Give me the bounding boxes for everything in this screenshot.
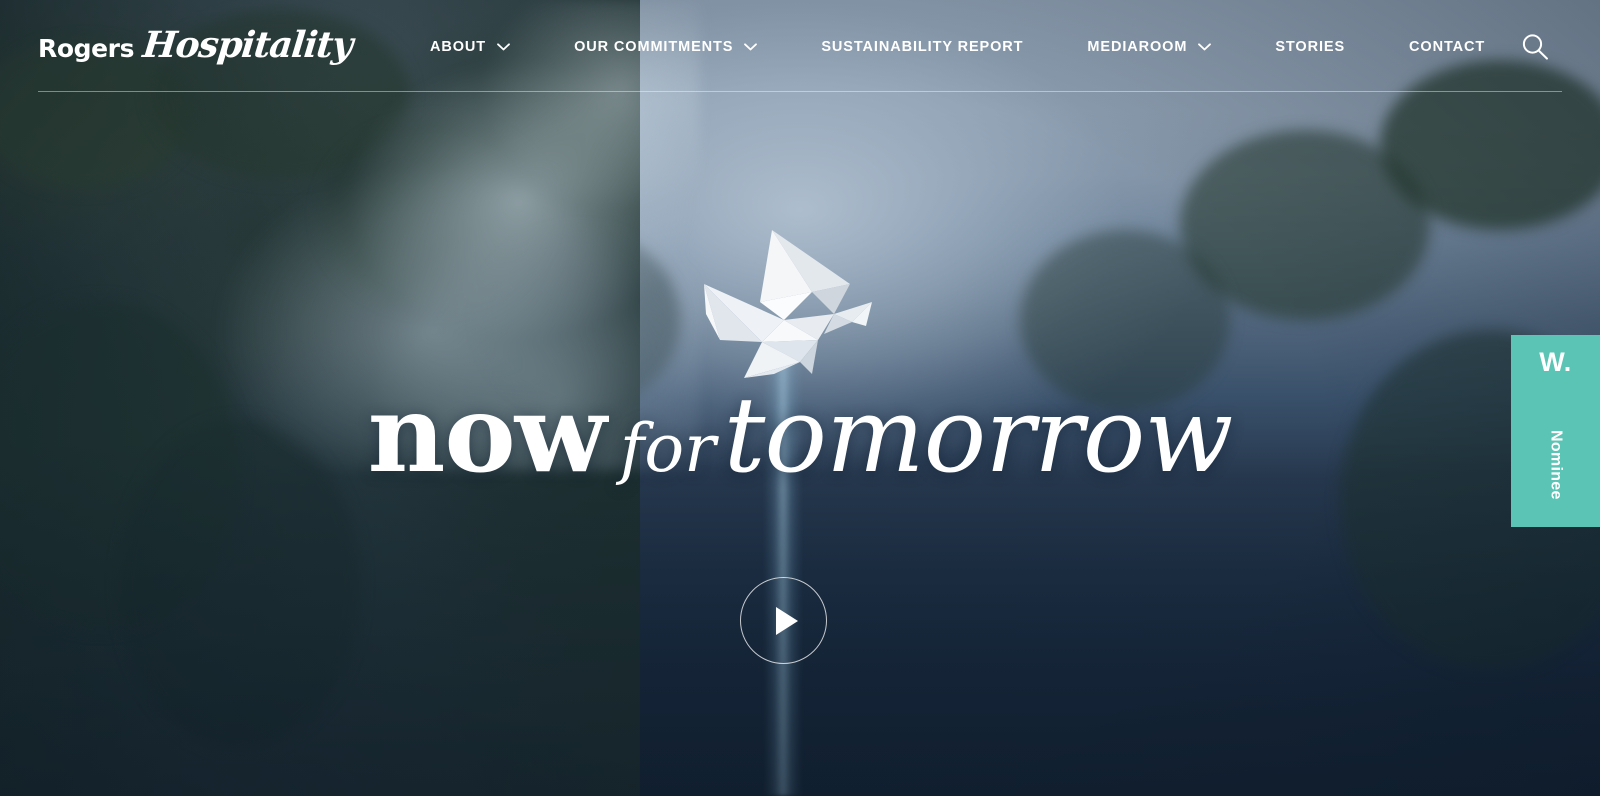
origami-dove-icon <box>700 222 880 382</box>
chevron-down-icon <box>744 43 758 51</box>
site-header: Rogers Hospitality ABOUT OUR COMMITMENTS… <box>0 0 1600 96</box>
nav-label: STORIES <box>1275 39 1346 55</box>
search-icon[interactable] <box>1518 30 1552 64</box>
logo-primary-text: Rogers <box>38 34 135 63</box>
nav-label: MEDIAROOM <box>1087 39 1188 55</box>
site-logo[interactable]: Rogers Hospitality <box>38 24 355 66</box>
nav-item-mediaroom[interactable]: MEDIAROOM <box>1055 39 1243 55</box>
play-video-button[interactable] <box>740 577 827 664</box>
hero-content: now fortomorrow <box>0 0 1600 796</box>
award-badge-mark: W. <box>1539 347 1572 377</box>
play-triangle-icon <box>776 606 798 635</box>
nav-label: SUSTAINABILITY REPORT <box>821 39 1024 55</box>
logo-secondary-text: Hospitality <box>140 24 355 66</box>
headline-word-for: for <box>619 410 716 487</box>
nav-item-our-commitments[interactable]: OUR COMMITMENTS <box>542 39 789 55</box>
header-divider <box>38 91 1562 92</box>
primary-navigation: ABOUT OUR COMMITMENTS SUSTAINABILITY REP… <box>398 0 1517 96</box>
chevron-down-icon <box>1198 43 1212 51</box>
nav-label: CONTACT <box>1409 39 1486 55</box>
page-title: now fortomorrow <box>0 372 1600 497</box>
award-badge-label-text: Nominee <box>1547 430 1565 500</box>
award-nominee-badge[interactable]: W. Nominee <box>1511 335 1600 527</box>
headline-word-now: now <box>367 372 607 497</box>
nav-label: OUR COMMITMENTS <box>574 39 734 55</box>
nav-item-about[interactable]: ABOUT <box>398 39 542 55</box>
nav-item-stories[interactable]: STORIES <box>1243 39 1377 55</box>
headline-word-tomorrow: tomorrow <box>723 374 1234 496</box>
chevron-down-icon <box>497 43 510 51</box>
nav-label: ABOUT <box>430 39 487 55</box>
nav-item-sustainability-report[interactable]: SUSTAINABILITY REPORT <box>789 39 1055 55</box>
award-badge-label: Nominee <box>1511 413 1600 517</box>
nav-item-contact[interactable]: CONTACT <box>1377 39 1517 55</box>
